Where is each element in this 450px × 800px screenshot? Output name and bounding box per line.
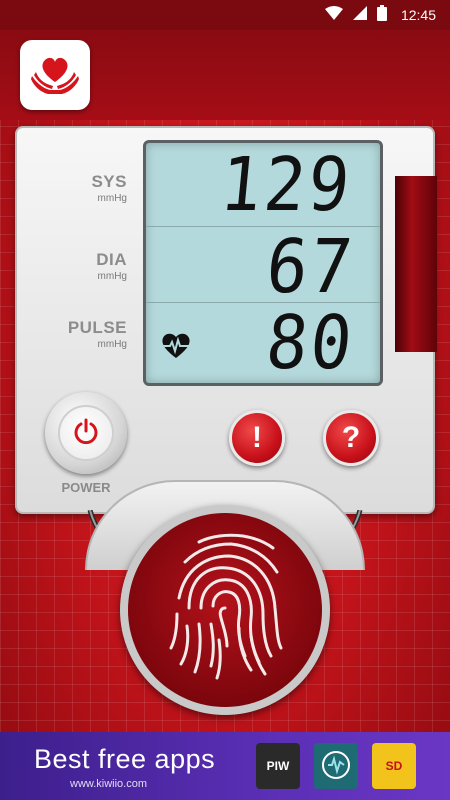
pulse-value: 80 (262, 300, 359, 386)
power-label: POWER (61, 480, 111, 495)
pulse-unit: mmHg (97, 339, 127, 350)
waveform-icon (321, 750, 351, 783)
heart-pulse-icon (160, 331, 192, 364)
pulse-label: PULSE (67, 318, 127, 337)
alert-button[interactable]: ! (229, 410, 285, 466)
fingerprint-icon (155, 528, 295, 693)
dia-label: DIA (96, 250, 127, 269)
ad-app-tile-sd[interactable]: SD (372, 743, 416, 789)
ad-tile-label: PIW (266, 759, 290, 773)
signal-icon (352, 5, 367, 25)
status-bar: 12:45 (0, 0, 450, 30)
lcd-display: 129 67 80 (143, 140, 383, 386)
wifi-icon (324, 5, 343, 25)
app-logo[interactable] (20, 40, 90, 110)
power-icon (72, 417, 100, 450)
sys-label-group: SYS mmHg (17, 172, 127, 204)
dia-unit: mmHg (97, 271, 127, 282)
power-button[interactable] (45, 392, 127, 474)
fingerprint-pad (128, 513, 322, 707)
dia-value: 67 (262, 224, 359, 310)
dia-label-group: DIA mmHg (17, 250, 127, 282)
pulse-row: 80 (146, 300, 380, 386)
clock: 12:45 (400, 7, 436, 23)
ad-app-tile-piw[interactable]: PIW (256, 743, 300, 789)
heart-hands-icon (28, 46, 82, 105)
cuff-strip (395, 176, 437, 352)
sys-value: 129 (216, 142, 357, 228)
ad-tile-label: SD (385, 759, 403, 773)
sys-label: SYS (91, 172, 127, 191)
fingerprint-scanner[interactable] (120, 505, 330, 715)
battery-icon (376, 4, 387, 26)
ad-url: www.kiwiio.com (70, 778, 148, 790)
sys-row: 129 (146, 142, 380, 228)
dia-row: 67 (146, 224, 380, 310)
ad-app-tile-voice[interactable] (314, 743, 358, 789)
help-button[interactable]: ? (323, 410, 379, 466)
power-button-face (58, 405, 114, 461)
pulse-label-group: PULSE mmHg (17, 318, 127, 350)
bp-monitor-panel: SYS mmHg DIA mmHg PULSE mmHg 129 67 80 P… (15, 126, 437, 514)
sys-unit: mmHg (97, 193, 127, 204)
ad-banner[interactable]: Best free apps www.kiwiio.com PIW SD (0, 732, 450, 800)
ad-title: Best free apps (34, 744, 216, 774)
